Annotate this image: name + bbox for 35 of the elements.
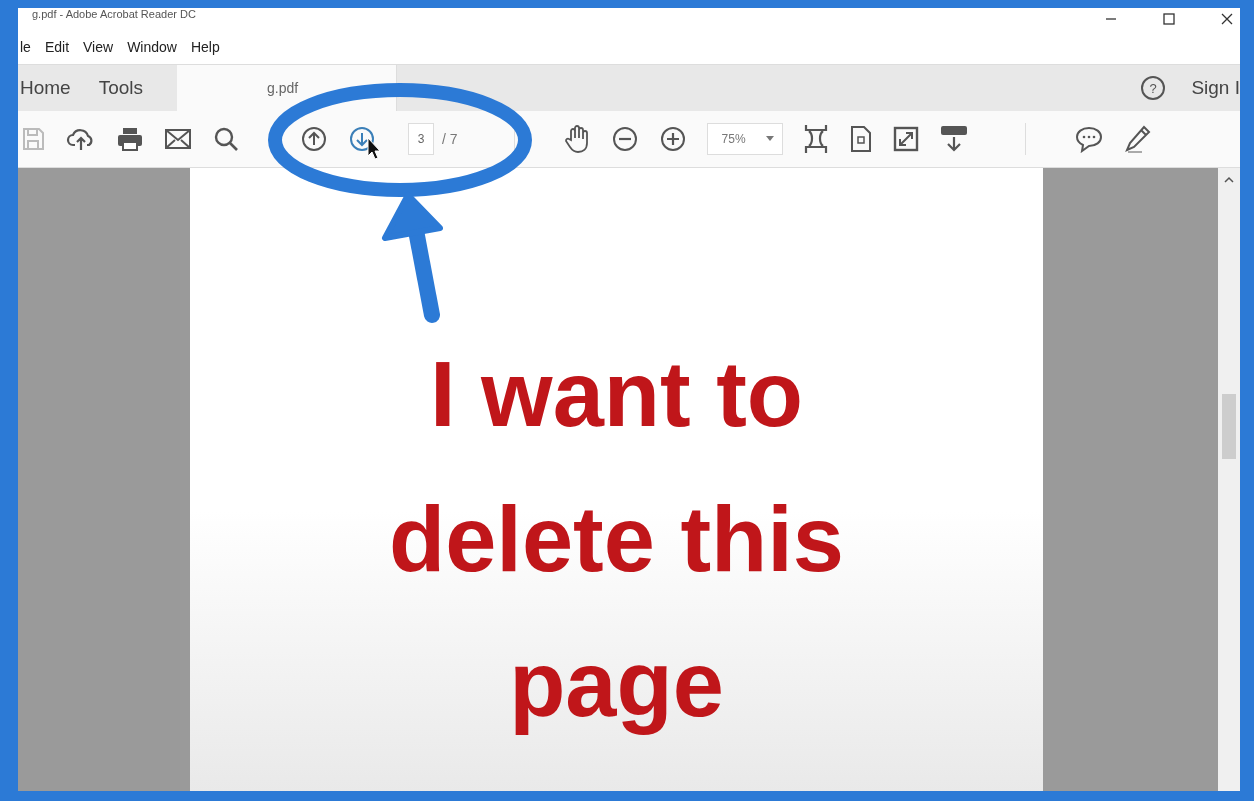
menu-item[interactable]: le <box>20 39 31 55</box>
print-icon[interactable] <box>116 126 144 152</box>
pen-icon[interactable] <box>1123 124 1152 154</box>
menu-item[interactable]: Window <box>127 39 177 55</box>
help-icon[interactable]: ? <box>1139 74 1168 102</box>
scroll-up-icon[interactable] <box>1224 176 1234 184</box>
menu-item[interactable]: View <box>83 39 114 55</box>
caret-icon <box>765 136 774 142</box>
scroll-thumb[interactable] <box>1222 394 1236 459</box>
page-count: / 7 <box>442 131 458 147</box>
zoom-in-icon[interactable] <box>658 125 687 153</box>
keyboard-download-icon[interactable] <box>938 124 969 154</box>
mail-icon[interactable] <box>164 127 192 151</box>
page-number-field[interactable]: 3 <box>408 123 434 155</box>
cursor-icon <box>367 137 381 160</box>
hand-icon[interactable] <box>562 124 591 154</box>
maximize-icon[interactable] <box>1162 12 1176 26</box>
document-text: I want to <box>429 342 804 447</box>
close-icon[interactable] <box>1220 12 1234 26</box>
search-icon[interactable] <box>212 125 240 153</box>
document-icon[interactable] <box>848 125 873 153</box>
zoom-dropdown[interactable]: 75% <box>706 123 783 155</box>
zoom-out-icon[interactable] <box>610 125 639 153</box>
window-title: g.pdf - Adobe Acrobat Reader DC <box>32 8 196 20</box>
previous-page-icon[interactable] <box>300 125 328 153</box>
fit-page-icon[interactable] <box>802 123 829 155</box>
full-screen-icon[interactable] <box>892 126 919 152</box>
sign-in-link[interactable]: Sign I <box>1189 65 1240 111</box>
document-text: delete this <box>389 487 844 592</box>
scrollbar[interactable] <box>1218 168 1240 791</box>
menu-item[interactable]: Help <box>190 39 220 55</box>
menu-item[interactable]: Edit <box>44 39 70 55</box>
next-page-icon[interactable] <box>348 125 376 153</box>
document-text: page <box>509 632 724 737</box>
comment-icon[interactable] <box>1073 125 1104 153</box>
